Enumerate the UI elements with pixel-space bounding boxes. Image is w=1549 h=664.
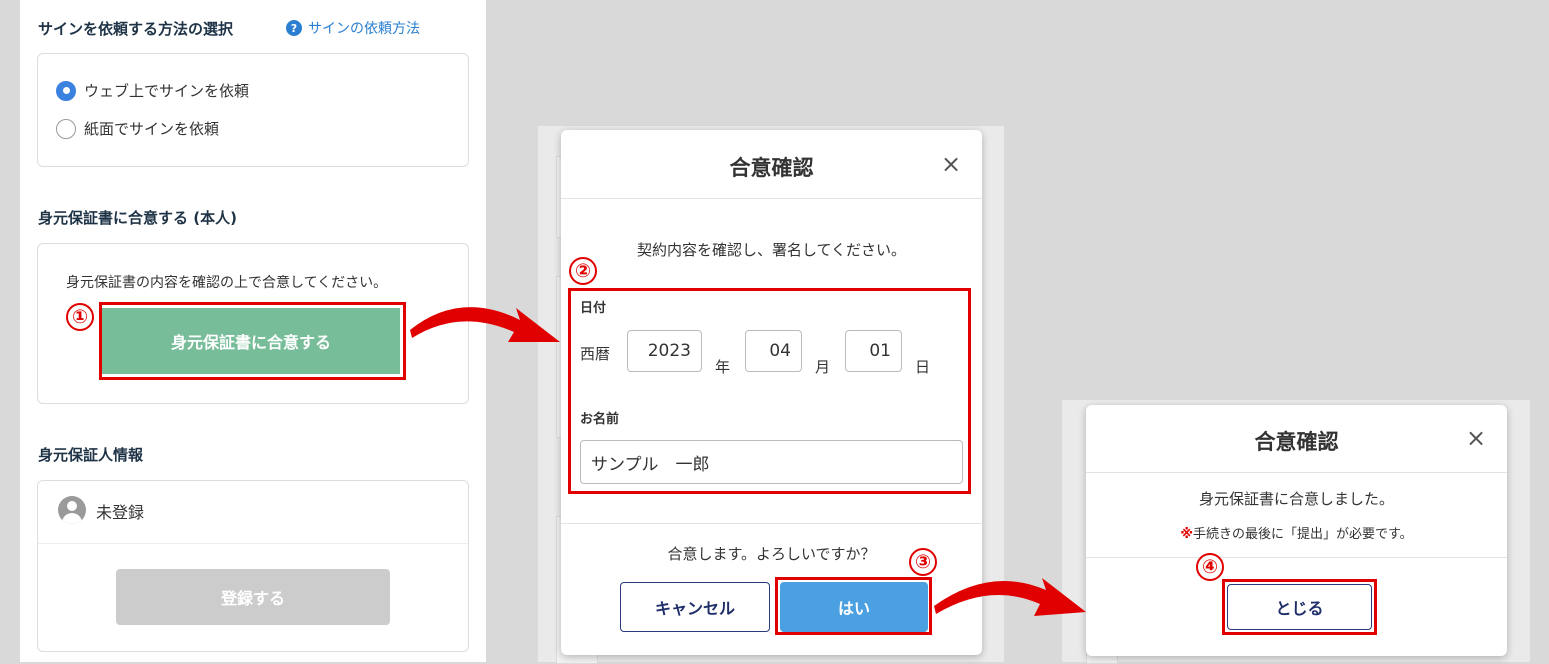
close-icon[interactable]: ×: [1466, 426, 1486, 450]
divider: [561, 198, 982, 199]
divider: [38, 543, 468, 544]
divider: [1086, 557, 1507, 558]
guarantor-status: 未登録: [96, 503, 145, 522]
radio-selected-icon[interactable]: [56, 80, 76, 101]
sign-method-help-link[interactable]: ? サインの依頼方法: [286, 18, 420, 38]
close-button[interactable]: とじる: [1227, 584, 1372, 630]
note-line: ※手続きの最後に「提出」が必要です。: [1086, 523, 1507, 542]
help-icon: ?: [286, 20, 302, 36]
radio-paper-sign[interactable]: 紙面でサインを依頼: [56, 118, 219, 139]
radio-unselected-icon[interactable]: [56, 118, 76, 139]
modal-instruction: 契約内容を確認し、署名してください。: [636, 241, 907, 259]
sign-method-card: ウェブ上でサインを依頼 紙面でサインを依頼: [37, 53, 469, 167]
month-input[interactable]: 04: [745, 330, 802, 372]
modal-title: 合意確認: [729, 156, 814, 180]
date-label: 日付: [580, 301, 607, 316]
step-badge-1: ①: [66, 303, 94, 331]
agree-message: 身元保証書の内容を確認の上で合意してください。: [66, 275, 388, 291]
register-button[interactable]: 登録する: [116, 569, 390, 625]
note-text: 手続きの最後に「提出」が必要です。: [1192, 527, 1413, 542]
agree-button[interactable]: 身元保証書に合意する: [102, 308, 400, 374]
radio-paper-sign-label: 紙面でサインを依頼: [84, 120, 220, 138]
note-mark: ※: [1180, 527, 1193, 542]
name-label: お名前: [580, 412, 620, 427]
divider: [1086, 472, 1507, 473]
radio-web-sign-label: ウェブ上でサインを依頼: [84, 82, 250, 100]
agreement-complete-modal: 合意確認 × 身元保証書に合意しました。 ※手続きの最後に「提出」が必要です。 …: [1086, 405, 1507, 656]
divider: [561, 523, 982, 524]
modal-title: 合意確認: [1254, 430, 1339, 454]
month-unit: 月: [815, 358, 831, 376]
era-label: 西暦: [580, 345, 611, 363]
cancel-button[interactable]: キャンセル: [620, 582, 770, 632]
yes-button[interactable]: はい: [780, 582, 928, 632]
sign-method-title: サインを依頼する方法の選択: [38, 20, 234, 38]
close-icon[interactable]: ×: [941, 152, 961, 176]
year-unit: 年: [715, 358, 731, 376]
name-input[interactable]: サンプル 一郎: [580, 440, 963, 484]
avatar-icon: [58, 496, 86, 524]
guarantor-section-title: 身元保証人情報: [38, 446, 144, 464]
help-link-label: サインの依頼方法: [308, 21, 420, 37]
day-input[interactable]: 01: [845, 330, 902, 372]
arrow-right-icon: [934, 578, 1086, 616]
year-input[interactable]: 2023: [627, 330, 702, 372]
step-badge-4: ④: [1196, 553, 1224, 581]
agreement-confirm-modal: 合意確認 × 契約内容を確認し、署名してください。 日付 西暦 2023 年 0…: [561, 130, 982, 655]
radio-web-sign[interactable]: ウェブ上でサインを依頼: [56, 80, 249, 101]
complete-message: 身元保証書に合意しました。: [1198, 490, 1394, 508]
guarantor-card: 未登録 登録する: [37, 480, 469, 652]
day-unit: 日: [915, 358, 931, 376]
arrow-right-icon: [410, 307, 560, 342]
step-badge-2: ②: [569, 257, 597, 285]
agree-section-title: 身元保証書に合意する (本人): [38, 209, 237, 227]
